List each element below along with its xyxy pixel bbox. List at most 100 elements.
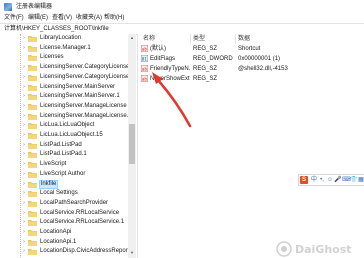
chevron-right-icon[interactable]: › [21, 142, 27, 149]
tree-scrollbar[interactable]: ▲ ▼ [128, 34, 136, 258]
chevron-right-icon[interactable]: › [21, 103, 27, 110]
menu-help[interactable]: 帮助(H) [104, 14, 124, 22]
tree-item[interactable]: › LicensingServer.MainServer.1 [0, 92, 128, 101]
tree-item[interactable]: › LicensingServer.ManageLicense.1 [0, 112, 128, 121]
tree-item[interactable]: › LocalPathSearchProvider [0, 199, 128, 208]
value-row[interactable]: 01 EditFlags REG_DWORD 0x00000001 (1) [138, 54, 364, 64]
string-value-icon: ab [141, 65, 148, 72]
tree-item[interactable]: › LicLua.LicLuaObject [0, 121, 128, 130]
tree-item[interactable]: › LicensingServer.CategoryLicense. [0, 73, 128, 82]
registry-editor-app-icon [4, 3, 12, 11]
column-header-name[interactable]: 名称 [143, 35, 155, 43]
chevron-right-icon[interactable]: › [21, 74, 27, 81]
tree-item[interactable]: › LocationApi [0, 228, 128, 237]
tree-item[interactable]: › LicensingServer.CategoryLicense [0, 63, 128, 72]
column-separator[interactable] [190, 34, 191, 44]
tree-item[interactable]: › lnkfile [0, 179, 128, 189]
tree-item[interactable]: › LocalService.RRLocalService [0, 209, 128, 218]
value-name: (默认) [150, 46, 166, 52]
folder-icon [28, 54, 37, 62]
scrollbar-thumb[interactable] [129, 124, 135, 164]
chevron-right-icon[interactable]: › [21, 151, 27, 158]
chevron-right-icon[interactable]: › [21, 64, 27, 71]
column-separator[interactable] [235, 34, 236, 44]
tree-item[interactable]: › ListPad.ListPad.1 [0, 150, 128, 159]
tree-item[interactable]: › LiveScript Author [0, 170, 128, 179]
menu-edit[interactable]: 编辑(E) [28, 14, 48, 22]
folder-icon [28, 181, 37, 188]
chevron-right-icon[interactable]: › [21, 181, 27, 188]
chevron-right-icon[interactable]: › [21, 93, 27, 100]
address-path[interactable]: 计算机\HKEY_CLASSES_ROOT\lnkfile [4, 25, 109, 33]
menu-view[interactable]: 查看(V) [52, 14, 72, 22]
tree-item[interactable]: › Local Settings [0, 189, 128, 198]
value-row[interactable]: ab FriendlyTypeN... REG_SZ @shell32.dll,-41… [138, 64, 364, 74]
tree-item-label: Licenses [40, 54, 64, 61]
chevron-right-icon[interactable]: › [21, 210, 27, 217]
tree-item-label: LicensingServer.ManageLicense [40, 102, 127, 109]
tree-item[interactable]: › ListPad.ListPad [0, 141, 128, 150]
folder-icon [28, 219, 37, 227]
folder-icon [28, 229, 37, 236]
tree-item[interactable]: Licenses [0, 53, 128, 62]
folder-icon [28, 132, 37, 139]
tree-item[interactable]: › LocalService.RRLocalService.1 [0, 218, 128, 227]
tree-item[interactable]: › LicLua.LicLuaObject.15 [0, 131, 128, 140]
chevron-right-icon[interactable]: › [21, 171, 27, 178]
sogou-ime-logo[interactable]: S [300, 176, 308, 184]
chevron-right-icon[interactable] [21, 54, 27, 61]
svg-text:ab: ab [142, 67, 148, 72]
folder-icon [28, 113, 37, 120]
chevron-right-icon[interactable]: › [21, 239, 27, 246]
ime-emoji-icon[interactable]: ☺ [326, 176, 334, 184]
chevron-right-icon[interactable]: › [21, 219, 27, 226]
chevron-right-icon[interactable]: › [21, 132, 27, 139]
chevron-right-icon[interactable]: › [21, 161, 27, 168]
ime-chinese-mode-icon[interactable]: 中 [310, 176, 318, 184]
tree-item-label: LicensingServer.CategoryLicense. [40, 73, 128, 80]
scroll-down-arrow-icon[interactable]: ▼ [129, 250, 135, 256]
ime-toolbar[interactable]: S 中 •, ☺ 🎤 ⌨ 👕 ▦ [298, 174, 364, 186]
chevron-right-icon[interactable]: › [21, 229, 27, 236]
column-header-data[interactable]: 数据 [238, 35, 250, 43]
tree-item-label: ListPad.ListPad.1 [40, 151, 87, 158]
tree-item-label: LicensingServer.MainServer.1 [40, 93, 120, 100]
chevron-right-icon[interactable]: › [21, 248, 27, 255]
chevron-right-icon[interactable]: › [21, 84, 27, 91]
registry-values-list[interactable]: 名称 类型 数据 ab (默认) REG_SZ Shortcut 01 EditFlags… [138, 34, 364, 258]
scroll-up-arrow-icon[interactable]: ▲ [129, 35, 135, 41]
folder-icon [28, 171, 37, 178]
menu-file[interactable]: 文件(F) [4, 14, 24, 22]
column-header-type[interactable]: 类型 [193, 35, 205, 43]
tree-item[interactable]: › LibraryLocation [0, 34, 128, 43]
tree-item-label: LicensingServer.CategoryLicense [40, 64, 128, 71]
tree-item[interactable]: › LocationApi.1 [0, 238, 128, 247]
tree-item[interactable]: › LicensingServer.ManageLicense [0, 102, 128, 111]
tree-item[interactable]: › LocationDisp.CivicAddressReport [0, 247, 128, 256]
chevron-right-icon[interactable]: › [21, 113, 27, 120]
tree-item-label: LicensingServer.MainServer [40, 83, 116, 90]
binary-value-icon: 01 [141, 55, 148, 62]
svg-text:DaiGhost: DaiGhost [295, 243, 352, 256]
tree-item[interactable]: › LicensingServer.MainServer [0, 83, 128, 92]
chevron-right-icon[interactable]: › [21, 35, 27, 42]
chevron-right-icon[interactable]: › [21, 122, 27, 129]
ime-microphone-icon[interactable]: 🎤 [334, 176, 342, 184]
value-name: FriendlyTypeN... [150, 66, 190, 72]
ime-punctuation-icon[interactable]: •, [318, 176, 326, 184]
folder-icon [28, 35, 37, 42]
folder-icon [28, 161, 37, 169]
folder-icon [28, 64, 37, 72]
chevron-right-icon[interactable]: › [21, 200, 27, 207]
ime-toolbox-icon[interactable]: ▦ [357, 176, 364, 184]
tree-item[interactable]: › License.Manager.1 [0, 44, 128, 53]
menu-favorites[interactable]: 收藏夹(A) [76, 14, 102, 22]
value-row[interactable]: ab (默认) REG_SZ Shortcut [138, 44, 364, 54]
chevron-right-icon[interactable]: › [21, 45, 27, 52]
ime-keyboard-icon[interactable]: ⌨ [342, 176, 351, 184]
chevron-right-icon[interactable]: › [21, 190, 27, 197]
value-type: REG_SZ [193, 76, 218, 82]
tree-item[interactable]: › LiveScript [0, 160, 128, 169]
registry-key-tree[interactable]: › LibraryLocation › License.Manager.1 Licens… [0, 34, 128, 258]
value-row[interactable]: ab NeverShowExt REG_SZ [138, 74, 364, 84]
